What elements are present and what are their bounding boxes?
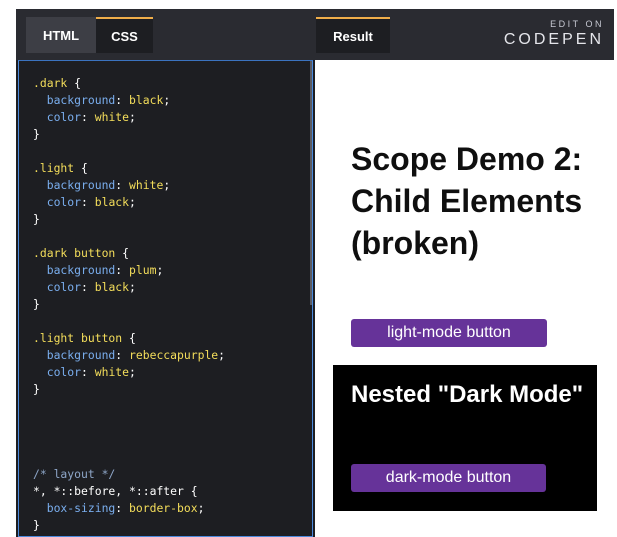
dark-mode-section: Nested "Dark Mode" dark-mode button — [333, 365, 597, 511]
edit-on-label: EDIT ON — [550, 19, 604, 29]
code-value: white — [94, 110, 130, 124]
code-property: box-sizing — [33, 501, 116, 515]
toolbar: HTML CSS Result EDIT ON CODEPEN — [16, 9, 614, 60]
code-property: background — [33, 263, 116, 277]
css-editor[interactable]: .dark { background: black; color: white;… — [18, 60, 313, 537]
code-property: background — [33, 178, 116, 192]
tab-css[interactable]: CSS — [96, 17, 153, 53]
code-property: background — [33, 93, 116, 107]
tab-result[interactable]: Result — [316, 17, 390, 53]
light-mode-button[interactable]: light-mode button — [351, 319, 547, 347]
code-property: background — [33, 348, 116, 362]
code-value: black — [94, 195, 130, 209]
dark-mode-heading: Nested "Dark Mode" — [351, 381, 584, 408]
code-brace: } — [33, 297, 40, 311]
code-brace: } — [33, 127, 40, 141]
code-value: rebeccapurple — [129, 348, 219, 362]
code-property: color — [33, 280, 82, 294]
dark-mode-button[interactable]: dark-mode button — [351, 464, 546, 492]
code-brace: { — [183, 484, 198, 498]
edit-on-codepen-link[interactable]: EDIT ON CODEPEN — [499, 19, 604, 49]
code-property: color — [33, 365, 82, 379]
code-brace: } — [33, 518, 40, 532]
code-brace: { — [115, 246, 130, 260]
code-value: black — [129, 93, 164, 107]
code-selector: .dark — [33, 76, 68, 90]
code-property: color — [33, 110, 82, 124]
codepen-logo: CODEPEN — [503, 31, 604, 48]
codepen-embed: HTML CSS Result EDIT ON CODEPEN .dark { … — [16, 9, 614, 537]
code-brace: { — [67, 76, 82, 90]
editor-scrollbar[interactable] — [310, 61, 312, 305]
code-selector: .dark button — [33, 246, 116, 260]
code-value: plum — [129, 263, 157, 277]
code-selector: *, *::before, *::after — [33, 484, 184, 498]
result-pane: Scope Demo 2: Child Elements (broken) li… — [315, 60, 614, 537]
code-brace: } — [33, 212, 40, 226]
code-selector: .light — [33, 161, 75, 175]
code-value: white — [94, 365, 130, 379]
page-title: Scope Demo 2: Child Elements (broken) — [351, 141, 583, 261]
code-brace: { — [74, 161, 88, 175]
code-brace: { — [122, 331, 136, 345]
tab-html[interactable]: HTML — [26, 17, 96, 53]
code-selector: .light button — [33, 331, 123, 345]
code-property: color — [33, 195, 82, 209]
code-value: black — [94, 280, 130, 294]
code-value: white — [129, 178, 164, 192]
code-comment: /* layout */ — [33, 467, 116, 481]
code-brace: } — [33, 382, 40, 396]
code-value: border-box — [129, 501, 198, 515]
css-code: .dark { background: black; color: white;… — [33, 76, 226, 532]
